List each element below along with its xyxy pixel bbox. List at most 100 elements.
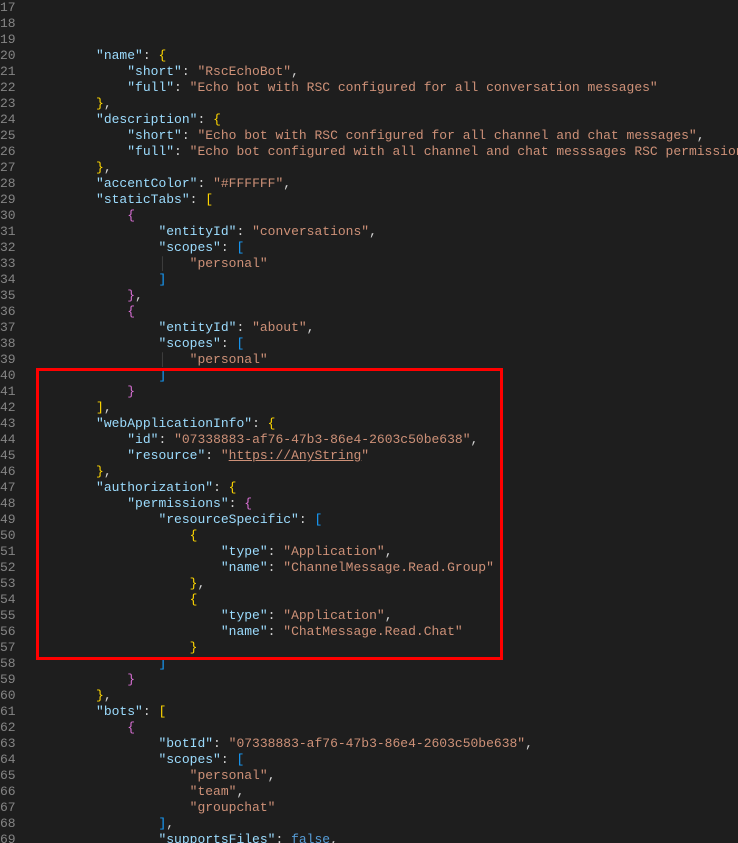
code-line[interactable]: }, xyxy=(34,160,738,176)
token-key: "scopes" xyxy=(158,752,220,767)
code-line[interactable]: "entityId": "about", xyxy=(34,320,738,336)
code-line[interactable]: "resourceSpecific": [ xyxy=(34,512,738,528)
code-line[interactable]: "bots": [ xyxy=(34,704,738,720)
code-line[interactable]: } xyxy=(34,672,738,688)
line-number: 42 xyxy=(0,400,16,416)
token-brace2: } xyxy=(127,288,135,303)
token-brace3: ] xyxy=(158,656,166,671)
code-line[interactable]: }, xyxy=(34,288,738,304)
token-str: "ChannelMessage.Read.Group" xyxy=(283,560,494,575)
code-line[interactable]: { xyxy=(34,592,738,608)
token-key: "permissions" xyxy=(127,496,228,511)
token-brace3: [ xyxy=(236,240,244,255)
code-line[interactable]: "groupchat" xyxy=(34,800,738,816)
token-punc: , xyxy=(104,464,112,479)
code-line[interactable]: }, xyxy=(34,464,738,480)
line-number: 36 xyxy=(0,304,16,320)
code-line[interactable]: "team", xyxy=(34,784,738,800)
token-brace: } xyxy=(96,464,104,479)
code-line[interactable]: "name": { xyxy=(34,48,738,64)
line-number: 32 xyxy=(0,240,16,256)
code-line[interactable]: "entityId": "conversations", xyxy=(34,224,738,240)
code-line[interactable]: │ "personal" xyxy=(34,352,738,368)
token-punc: : xyxy=(275,832,291,843)
token-punc xyxy=(34,656,159,671)
line-number: 47 xyxy=(0,480,16,496)
token-brace: } xyxy=(96,688,104,703)
code-line[interactable]: "type": "Application", xyxy=(34,544,738,560)
code-line[interactable]: }, xyxy=(34,576,738,592)
code-line[interactable]: "short": "RscEchoBot", xyxy=(34,64,738,80)
line-number: 29 xyxy=(0,192,16,208)
line-number-gutter: 1718192021222324252627282930313233343536… xyxy=(0,0,34,843)
token-brace: { xyxy=(268,416,276,431)
code-line[interactable]: "staticTabs": [ xyxy=(34,192,738,208)
code-line[interactable]: "webApplicationInfo": { xyxy=(34,416,738,432)
code-line[interactable]: ] xyxy=(34,368,738,384)
line-number: 45 xyxy=(0,448,16,464)
code-line[interactable]: } xyxy=(34,640,738,656)
code-line[interactable]: ], xyxy=(34,816,738,832)
code-line[interactable]: │ "personal" xyxy=(34,256,738,272)
token-key: "bots" xyxy=(96,704,143,719)
token-key: "scopes" xyxy=(158,336,220,351)
token-punc: : xyxy=(236,224,252,239)
token-punc: , xyxy=(385,608,393,623)
code-line[interactable]: { xyxy=(34,208,738,224)
token-punc xyxy=(34,80,128,95)
token-key: "name" xyxy=(221,560,268,575)
token-punc xyxy=(34,160,96,175)
code-line[interactable]: "name": "ChannelMessage.Read.Group" xyxy=(34,560,738,576)
token-punc: : xyxy=(268,560,284,575)
code-line[interactable]: "description": { xyxy=(34,112,738,128)
token-punc: : xyxy=(158,432,174,447)
token-punc: : xyxy=(236,320,252,335)
code-line[interactable]: ] xyxy=(34,272,738,288)
code-line[interactable]: "full": "Echo bot with RSC configured fo… xyxy=(34,80,738,96)
code-line[interactable]: "id": "07338883-af76-47b3-86e4-2603c50be… xyxy=(34,432,738,448)
token-str: "07338883-af76-47b3-86e4-2603c50be638" xyxy=(174,432,470,447)
token-punc: , xyxy=(307,320,315,335)
code-line[interactable]: "type": "Application", xyxy=(34,608,738,624)
code-line[interactable]: ], xyxy=(34,400,738,416)
token-punc xyxy=(34,576,190,591)
token-punc xyxy=(34,624,221,639)
code-line[interactable]: { xyxy=(34,304,738,320)
code-line[interactable]: "scopes": [ xyxy=(34,336,738,352)
code-line[interactable]: "supportsFiles": false, xyxy=(34,832,738,843)
line-number: 22 xyxy=(0,80,16,96)
token-key: "entityId" xyxy=(158,224,236,239)
code-line[interactable]: } xyxy=(34,384,738,400)
token-punc xyxy=(34,608,221,623)
line-number: 24 xyxy=(0,112,16,128)
code-editor[interactable]: 1718192021222324252627282930313233343536… xyxy=(0,0,738,843)
code-line[interactable]: "accentColor": "#FFFFFF", xyxy=(34,176,738,192)
token-punc xyxy=(34,832,159,843)
code-line[interactable]: ] xyxy=(34,656,738,672)
code-line[interactable]: "name": "ChatMessage.Read.Chat" xyxy=(34,624,738,640)
code-line[interactable]: }, xyxy=(34,688,738,704)
token-brace3: [ xyxy=(236,336,244,351)
code-line[interactable]: }, xyxy=(34,96,738,112)
code-line[interactable]: "scopes": [ xyxy=(34,752,738,768)
code-line[interactable]: "resource": "https://AnyString" xyxy=(34,448,738,464)
line-number: 28 xyxy=(0,176,16,192)
line-number: 25 xyxy=(0,128,16,144)
token-punc xyxy=(34,528,190,543)
line-number: 40 xyxy=(0,368,16,384)
line-number: 50 xyxy=(0,528,16,544)
code-line[interactable]: "full": "Echo bot configured with all ch… xyxy=(34,144,738,160)
code-line[interactable]: { xyxy=(34,528,738,544)
token-str: "Application" xyxy=(283,608,384,623)
code-line[interactable]: "authorization": { xyxy=(34,480,738,496)
code-line[interactable]: "botId": "07338883-af76-47b3-86e4-2603c5… xyxy=(34,736,738,752)
token-punc xyxy=(34,224,159,239)
code-line[interactable]: "short": "Echo bot with RSC configured f… xyxy=(34,128,738,144)
line-number: 55 xyxy=(0,608,16,624)
code-area[interactable]: "name": { "short": "RscEchoBot", "full":… xyxy=(34,0,738,843)
code-line[interactable]: "permissions": { xyxy=(34,496,738,512)
code-line[interactable]: { xyxy=(34,720,738,736)
token-punc: , xyxy=(135,288,143,303)
code-line[interactable]: "scopes": [ xyxy=(34,240,738,256)
code-line[interactable]: "personal", xyxy=(34,768,738,784)
